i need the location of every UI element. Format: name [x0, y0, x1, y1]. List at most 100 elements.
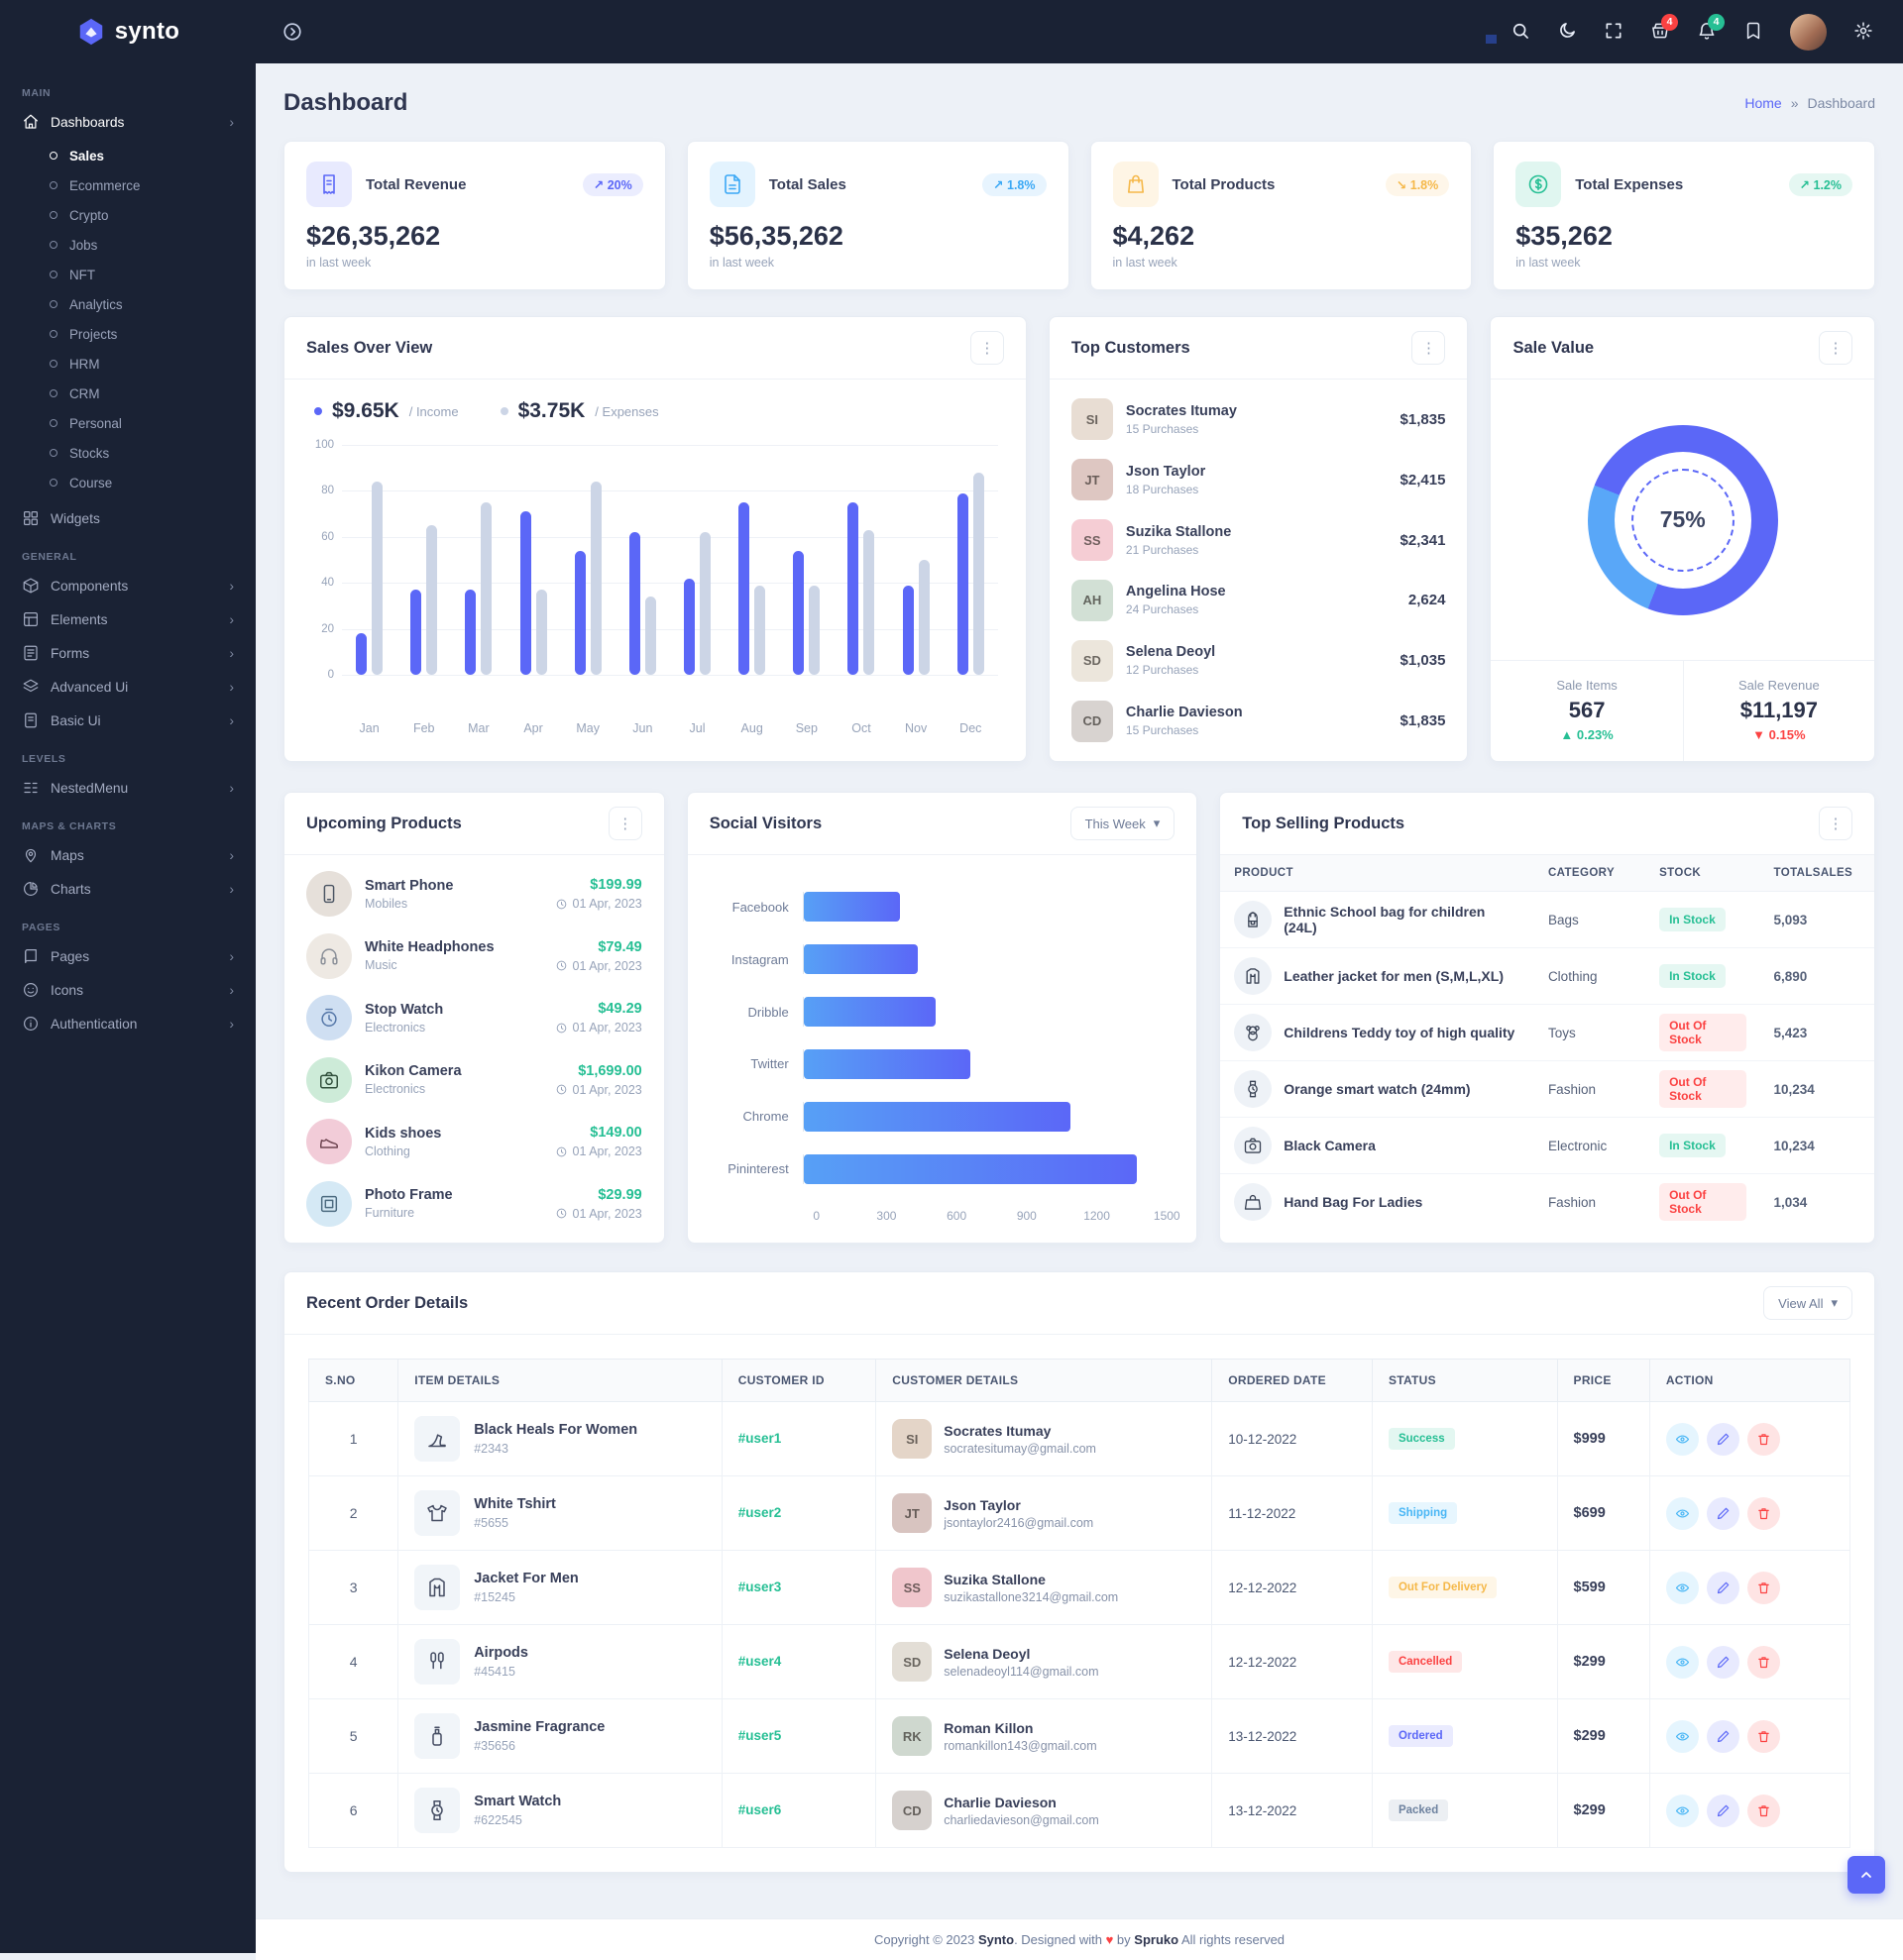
- sidebar-subitem-jobs[interactable]: Jobs: [0, 230, 256, 260]
- sidebar-item-pages[interactable]: Pages›: [0, 939, 256, 973]
- top-selling-row[interactable]: Ethnic School bag for children (24L)Bags…: [1220, 892, 1874, 948]
- sidebar-subitem-crm[interactable]: CRM: [0, 379, 256, 408]
- customer-row[interactable]: JTJson Taylor18 Purchases$2,415: [1071, 459, 1446, 500]
- upcoming-product-row[interactable]: White HeadphonesMusic$79.49 01 Apr, 2023: [306, 933, 642, 979]
- top-customers-menu-button[interactable]: ⋮: [1411, 331, 1445, 365]
- view-order-button[interactable]: [1666, 1572, 1699, 1604]
- search-button[interactable]: [1511, 21, 1530, 44]
- customer-id-link[interactable]: #user6: [738, 1802, 782, 1817]
- sidebar-item-forms[interactable]: Forms›: [0, 636, 256, 670]
- bar-group-nov: [903, 560, 930, 675]
- tshirt-icon: [414, 1490, 460, 1536]
- sidebar-item-widgets[interactable]: Widgets: [0, 501, 256, 535]
- customer-row[interactable]: SISocrates Itumay15 Purchases$1,835: [1071, 398, 1446, 440]
- customer-id-link[interactable]: #user2: [738, 1505, 782, 1520]
- delete-order-button[interactable]: [1747, 1572, 1780, 1604]
- view-order-button[interactable]: [1666, 1795, 1699, 1827]
- bookmark-button[interactable]: [1743, 21, 1763, 44]
- sidebar-subitem-crypto[interactable]: Crypto: [0, 200, 256, 230]
- dark-mode-button[interactable]: [1557, 21, 1577, 44]
- edit-order-button[interactable]: [1707, 1497, 1739, 1530]
- product-category: Clothing: [365, 1144, 441, 1158]
- customer-id-link[interactable]: #user1: [738, 1431, 782, 1446]
- product-category: Electronics: [365, 1021, 443, 1034]
- delete-order-button[interactable]: [1747, 1497, 1780, 1530]
- customer-row[interactable]: AHAngelina Hose24 Purchases2,624: [1071, 580, 1446, 621]
- footer-brand[interactable]: Synto: [978, 1932, 1014, 1947]
- top-selling-row[interactable]: Hand Bag For LadiesFashionOut Of Stock1,…: [1220, 1174, 1874, 1231]
- sidebar-subitem-personal[interactable]: Personal: [0, 408, 256, 438]
- cart-button[interactable]: 4: [1650, 21, 1670, 44]
- sidebar-subitem-analytics[interactable]: Analytics: [0, 289, 256, 319]
- sidebar-item-elements[interactable]: Elements›: [0, 602, 256, 636]
- app-logo[interactable]: synto: [0, 17, 256, 47]
- customer-row[interactable]: CDCharlie Davieson15 Purchases$1,835: [1071, 701, 1446, 742]
- footer-designer-link[interactable]: Spruko: [1134, 1932, 1178, 1947]
- scroll-to-top-button[interactable]: [1847, 1856, 1885, 1894]
- product-price: $149.00: [555, 1125, 642, 1141]
- sidebar-subitem-hrm[interactable]: HRM: [0, 349, 256, 379]
- order-item-code: #622545: [474, 1813, 561, 1827]
- notifications-button[interactable]: 4: [1697, 21, 1717, 44]
- top-selling-row[interactable]: Childrens Teddy toy of high qualityToysO…: [1220, 1005, 1874, 1061]
- view-all-dropdown[interactable]: View All▾: [1763, 1286, 1852, 1320]
- sidebar-subitem-sales[interactable]: Sales: [0, 141, 256, 170]
- top-selling-row[interactable]: Orange smart watch (24mm)FashionOut Of S…: [1220, 1061, 1874, 1118]
- customer-id-link[interactable]: #user4: [738, 1654, 782, 1669]
- sidebar-subitem-stocks[interactable]: Stocks: [0, 438, 256, 468]
- top-selling-row[interactable]: Leather jacket for men (S,M,L,XL)Clothin…: [1220, 948, 1874, 1005]
- edit-order-button[interactable]: [1707, 1572, 1739, 1604]
- sidebar-item-dashboards[interactable]: Dashboards›: [0, 105, 256, 139]
- delete-order-button[interactable]: [1747, 1720, 1780, 1753]
- dollar-icon: [1515, 162, 1561, 207]
- breadcrumb-home-link[interactable]: Home: [1744, 95, 1781, 111]
- top-selling-menu-button[interactable]: ⋮: [1819, 807, 1852, 840]
- upcoming-products-menu-button[interactable]: ⋮: [609, 807, 642, 840]
- upcoming-product-row[interactable]: Kids shoesClothing$149.00 01 Apr, 2023: [306, 1119, 642, 1164]
- user-avatar[interactable]: [1790, 14, 1827, 51]
- sidebar-item-nestedmenu[interactable]: NestedMenu›: [0, 771, 256, 805]
- social-range-dropdown[interactable]: This Week▾: [1070, 807, 1175, 840]
- sidebar-item-basic-ui[interactable]: Basic Ui›: [0, 704, 256, 737]
- selling-total-sales: 6,890: [1760, 948, 1874, 1005]
- customer-row[interactable]: SSSuzika Stallone21 Purchases$2,341: [1071, 519, 1446, 561]
- sidebar-subitem-nft[interactable]: NFT: [0, 260, 256, 289]
- customer-id-link[interactable]: #user5: [738, 1728, 782, 1743]
- sidebar-item-authentication[interactable]: Authentication›: [0, 1007, 256, 1040]
- sidebar-item-charts[interactable]: Charts›: [0, 872, 256, 906]
- edit-order-button[interactable]: [1707, 1795, 1739, 1827]
- edit-order-button[interactable]: [1707, 1646, 1739, 1679]
- income-bar: [520, 511, 531, 675]
- view-order-button[interactable]: [1666, 1646, 1699, 1679]
- delete-order-button[interactable]: [1747, 1795, 1780, 1827]
- x-axis-label: Dec: [951, 721, 990, 735]
- view-order-button[interactable]: [1666, 1423, 1699, 1456]
- sales-overview-menu-button[interactable]: ⋮: [970, 331, 1004, 365]
- top-selling-row[interactable]: Black CameraElectronicIn Stock10,234: [1220, 1118, 1874, 1174]
- view-order-button[interactable]: [1666, 1497, 1699, 1530]
- delete-order-button[interactable]: [1747, 1423, 1780, 1456]
- sidebar-item-components[interactable]: Components›: [0, 569, 256, 602]
- upcoming-product-row[interactable]: Stop WatchElectronics$49.29 01 Apr, 2023: [306, 995, 642, 1040]
- chevron-right-icon: ›: [229, 780, 234, 796]
- sidebar-section-label: GENERAL: [0, 535, 256, 569]
- customer-id-link[interactable]: #user3: [738, 1579, 782, 1594]
- sidebar-toggle-button[interactable]: [281, 21, 303, 43]
- sidebar-subitem-ecommerce[interactable]: Ecommerce: [0, 170, 256, 200]
- sale-value-menu-button[interactable]: ⋮: [1819, 331, 1852, 365]
- sidebar-item-icons[interactable]: Icons›: [0, 973, 256, 1007]
- settings-button[interactable]: [1853, 21, 1873, 44]
- sidebar-item-maps[interactable]: Maps›: [0, 838, 256, 872]
- delete-order-button[interactable]: [1747, 1646, 1780, 1679]
- fullscreen-button[interactable]: [1604, 21, 1623, 44]
- edit-order-button[interactable]: [1707, 1423, 1739, 1456]
- customer-row[interactable]: SDSelena Deoyl12 Purchases$1,035: [1071, 640, 1446, 682]
- sidebar-subitem-course[interactable]: Course: [0, 468, 256, 497]
- upcoming-product-row[interactable]: Photo FrameFurniture$29.99 01 Apr, 2023: [306, 1181, 642, 1227]
- upcoming-product-row[interactable]: Kikon CameraElectronics$1,699.00 01 Apr,…: [306, 1057, 642, 1103]
- edit-order-button[interactable]: [1707, 1720, 1739, 1753]
- view-order-button[interactable]: [1666, 1720, 1699, 1753]
- sidebar-item-advanced-ui[interactable]: Advanced Ui›: [0, 670, 256, 704]
- sidebar-subitem-projects[interactable]: Projects: [0, 319, 256, 349]
- upcoming-product-row[interactable]: Smart PhoneMobiles$199.99 01 Apr, 2023: [306, 871, 642, 917]
